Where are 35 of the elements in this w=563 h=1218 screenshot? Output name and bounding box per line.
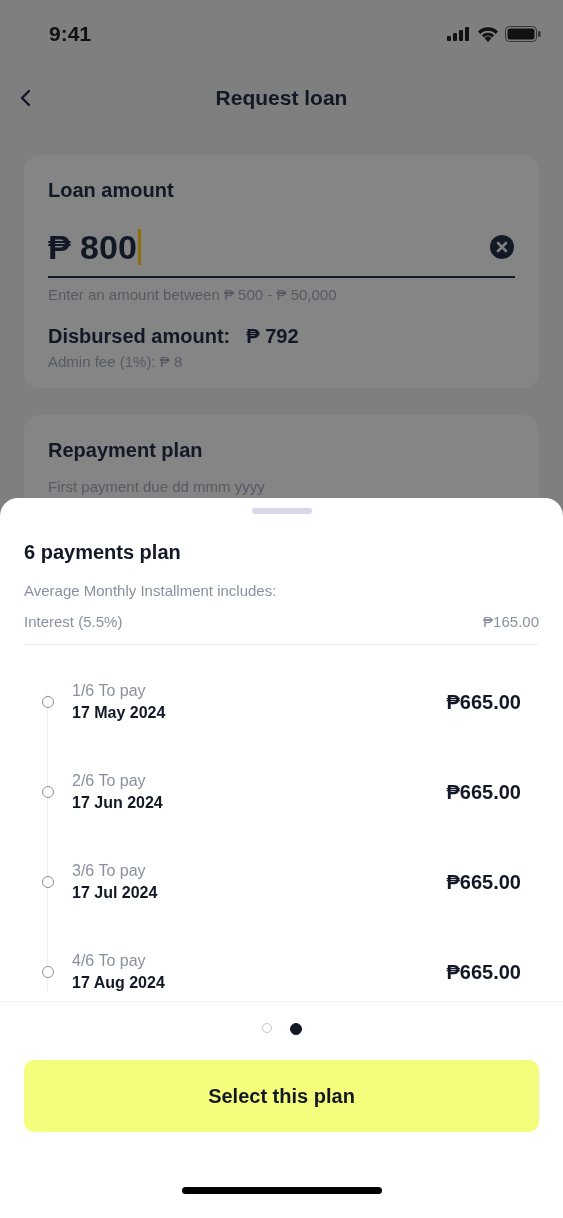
page-title: Request loan [215,86,348,110]
timeline-dot [42,966,54,978]
payment-date: 17 May 2024 [72,704,166,722]
amount-field[interactable]: ₱ 800 [48,218,515,278]
signal-icon [447,27,471,41]
battery-icon [505,26,541,42]
payment-date: 17 Jul 2024 [72,884,158,902]
disbursed-value: ₱ 792 [246,325,299,348]
card-title: Repayment plan [48,439,204,462]
disbursed-label: Disbursed amount: [48,325,231,348]
card-title: Loan amount [48,179,175,202]
payment-label: 2/6 To pay [72,772,147,790]
timeline-dot [42,876,54,888]
select-plan-button[interactable]: Select this plan [24,1060,539,1132]
interest-value: ₱165.00 [483,613,539,630]
payment-date: 17 Aug 2024 [72,974,165,992]
clear-icon[interactable] [489,234,515,260]
payment-amount: ₱665.00 [446,870,521,894]
payment-amount: ₱665.00 [446,690,521,714]
plan-subtitle: Average Monthly Installment includes: [24,582,278,599]
timeline-dot [42,786,54,798]
payment-amount: ₱665.00 [446,780,521,804]
status-time: 9:41 [49,22,92,46]
interest-label: Interest (5.5%) [24,613,123,630]
back-icon[interactable] [19,89,33,107]
payment-label: 1/6 To pay [72,682,147,700]
drag-handle[interactable] [251,508,312,514]
payment-label: 4/6 To pay [72,952,147,970]
payment-date: 17 Jun 2024 [72,794,163,812]
payment-label: 3/6 To pay [72,862,147,880]
wifi-icon [477,26,499,42]
timeline-dot [42,696,54,708]
payment-amount: ₱665.00 [446,960,521,984]
plan-title: 6 payments plan [24,541,182,564]
page-dot[interactable] [289,1023,302,1035]
